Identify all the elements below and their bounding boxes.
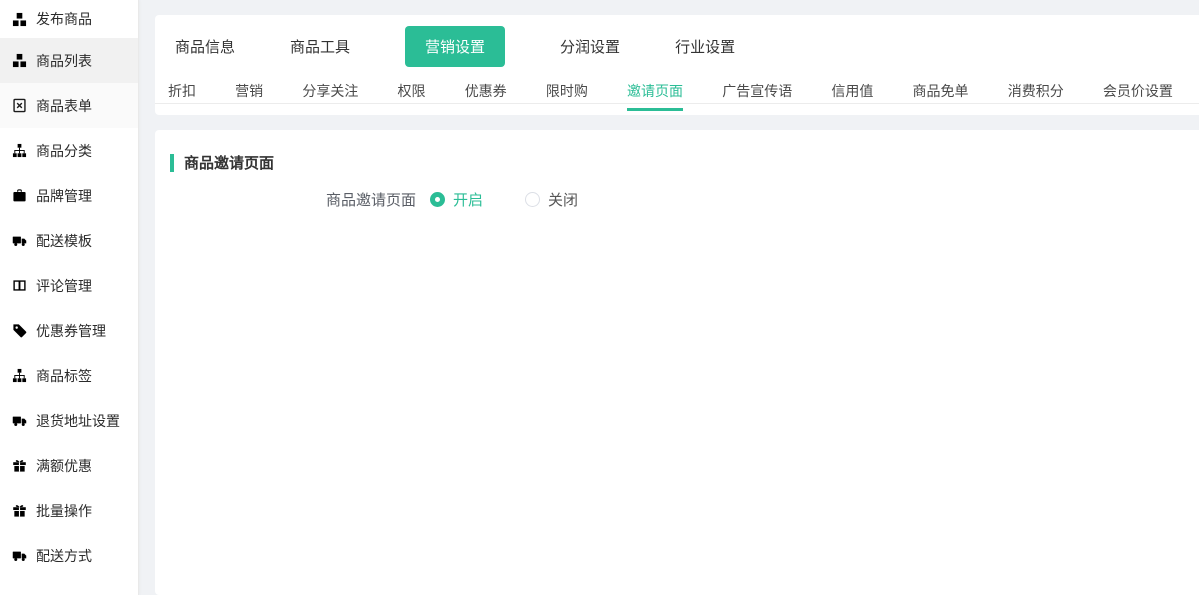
file-excel-icon bbox=[12, 98, 27, 113]
sidebar-item-label: 商品列表 bbox=[36, 51, 92, 71]
sidebar-item-product-list[interactable]: 商品列表 bbox=[0, 38, 138, 83]
tab-marketing-settings[interactable]: 营销设置 bbox=[405, 26, 505, 67]
radio-selected-icon[interactable] bbox=[430, 192, 445, 207]
sidebar-item-delivery-template[interactable]: 配送模板 bbox=[0, 218, 138, 263]
cubes-icon bbox=[12, 12, 27, 27]
sidebar-item-product-tags[interactable]: 商品标签 bbox=[0, 353, 138, 398]
tab-profit-settings[interactable]: 分润设置 bbox=[560, 26, 620, 67]
radio-option-on[interactable]: 开启 bbox=[430, 189, 483, 210]
sidebar-item-coupon-management[interactable]: 优惠券管理 bbox=[0, 308, 138, 353]
subtab-free-order[interactable]: 商品免单 bbox=[913, 81, 969, 110]
sitemap-icon bbox=[12, 368, 27, 383]
sitemap-icon bbox=[12, 143, 27, 158]
radio-unselected-icon[interactable] bbox=[525, 192, 540, 207]
sidebar-item-label: 发布商品 bbox=[36, 9, 92, 29]
invite-page-label: 商品邀请页面 bbox=[326, 189, 416, 210]
sidebar-item-product-form[interactable]: 商品表单 bbox=[0, 83, 138, 128]
radio-off-label: 关闭 bbox=[548, 189, 578, 210]
sidebar-item-label: 优惠券管理 bbox=[36, 321, 106, 341]
sidebar-item-batch-operations[interactable]: 批量操作 bbox=[0, 488, 138, 533]
subtab-consume-points[interactable]: 消费积分 bbox=[1008, 81, 1064, 110]
subtab-marketing[interactable]: 营销 bbox=[235, 81, 263, 110]
sidebar-item-label: 商品分类 bbox=[36, 141, 92, 161]
tag-icon bbox=[12, 323, 27, 338]
briefcase-icon bbox=[12, 188, 27, 203]
invite-page-form-row: 商品邀请页面 开启 关闭 bbox=[170, 189, 1199, 210]
subtab-flash-sale[interactable]: 限时购 bbox=[546, 81, 588, 110]
sidebar-item-label: 评论管理 bbox=[36, 276, 92, 296]
sidebar-item-publish-product[interactable]: 发布商品 bbox=[0, 0, 138, 38]
sidebar-item-label: 配送模板 bbox=[36, 231, 92, 251]
tabs-card: 商品信息 商品工具 营销设置 分润设置 行业设置 折扣 营销 分享关注 权限 优… bbox=[155, 15, 1199, 115]
app-window: 发布商品 商品列表 商品表单 商品分类 品牌管理 配送模板 评论管理 优惠券管 bbox=[0, 0, 1199, 595]
tab-product-info[interactable]: 商品信息 bbox=[175, 26, 235, 67]
subtab-ad-slogan[interactable]: 广告宣传语 bbox=[722, 81, 792, 110]
content-card: 商品邀请页面 商品邀请页面 开启 关闭 bbox=[155, 130, 1199, 595]
sidebar-item-label: 配送方式 bbox=[36, 546, 92, 566]
sidebar-item-label: 商品表单 bbox=[36, 96, 92, 116]
sidebar: 发布商品 商品列表 商品表单 商品分类 品牌管理 配送模板 评论管理 优惠券管 bbox=[0, 0, 139, 595]
sidebar-item-full-amount-discount[interactable]: 满额优惠 bbox=[0, 443, 138, 488]
tab-product-tools[interactable]: 商品工具 bbox=[290, 26, 350, 67]
sidebar-item-delivery-method[interactable]: 配送方式 bbox=[0, 533, 138, 578]
sidebar-item-brand-management[interactable]: 品牌管理 bbox=[0, 173, 138, 218]
truck-icon bbox=[12, 233, 27, 248]
sidebar-item-label: 批量操作 bbox=[36, 501, 92, 521]
truck-icon bbox=[12, 548, 27, 563]
main-content: 商品信息 商品工具 营销设置 分润设置 行业设置 折扣 营销 分享关注 权限 优… bbox=[139, 0, 1199, 595]
subtab-permission[interactable]: 权限 bbox=[398, 81, 426, 110]
secondary-tabs: 折扣 营销 分享关注 权限 优惠券 限时购 邀请页面 广告宣传语 信用值 商品免… bbox=[155, 77, 1199, 104]
subtab-credit-value[interactable]: 信用值 bbox=[831, 81, 873, 110]
radio-option-off[interactable]: 关闭 bbox=[525, 189, 578, 210]
section-accent-bar bbox=[170, 154, 174, 172]
radio-on-label: 开启 bbox=[453, 189, 483, 210]
gift-icon bbox=[12, 458, 27, 473]
cubes-icon bbox=[12, 53, 27, 68]
primary-tabs: 商品信息 商品工具 营销设置 分润设置 行业设置 bbox=[155, 15, 1199, 77]
columns-icon bbox=[12, 278, 27, 293]
sidebar-item-label: 商品标签 bbox=[36, 366, 92, 386]
subtab-coupon[interactable]: 优惠券 bbox=[465, 81, 507, 110]
gift-icon bbox=[12, 503, 27, 518]
tab-industry-settings[interactable]: 行业设置 bbox=[675, 26, 735, 67]
sidebar-item-label: 满额优惠 bbox=[36, 456, 92, 476]
subtab-share-follow[interactable]: 分享关注 bbox=[302, 81, 358, 110]
sidebar-item-label: 退货地址设置 bbox=[36, 411, 120, 431]
subtab-discount[interactable]: 折扣 bbox=[168, 81, 196, 110]
sidebar-item-label: 品牌管理 bbox=[36, 186, 92, 206]
subtab-invite-page[interactable]: 邀请页面 bbox=[627, 81, 683, 110]
section-header: 商品邀请页面 bbox=[170, 152, 1199, 173]
truck-icon bbox=[12, 413, 27, 428]
sidebar-item-product-category[interactable]: 商品分类 bbox=[0, 128, 138, 173]
section-title: 商品邀请页面 bbox=[184, 152, 274, 173]
subtab-member-price[interactable]: 会员价设置 bbox=[1103, 81, 1173, 110]
sidebar-item-return-address-settings[interactable]: 退货地址设置 bbox=[0, 398, 138, 443]
sidebar-item-comment-management[interactable]: 评论管理 bbox=[0, 263, 138, 308]
